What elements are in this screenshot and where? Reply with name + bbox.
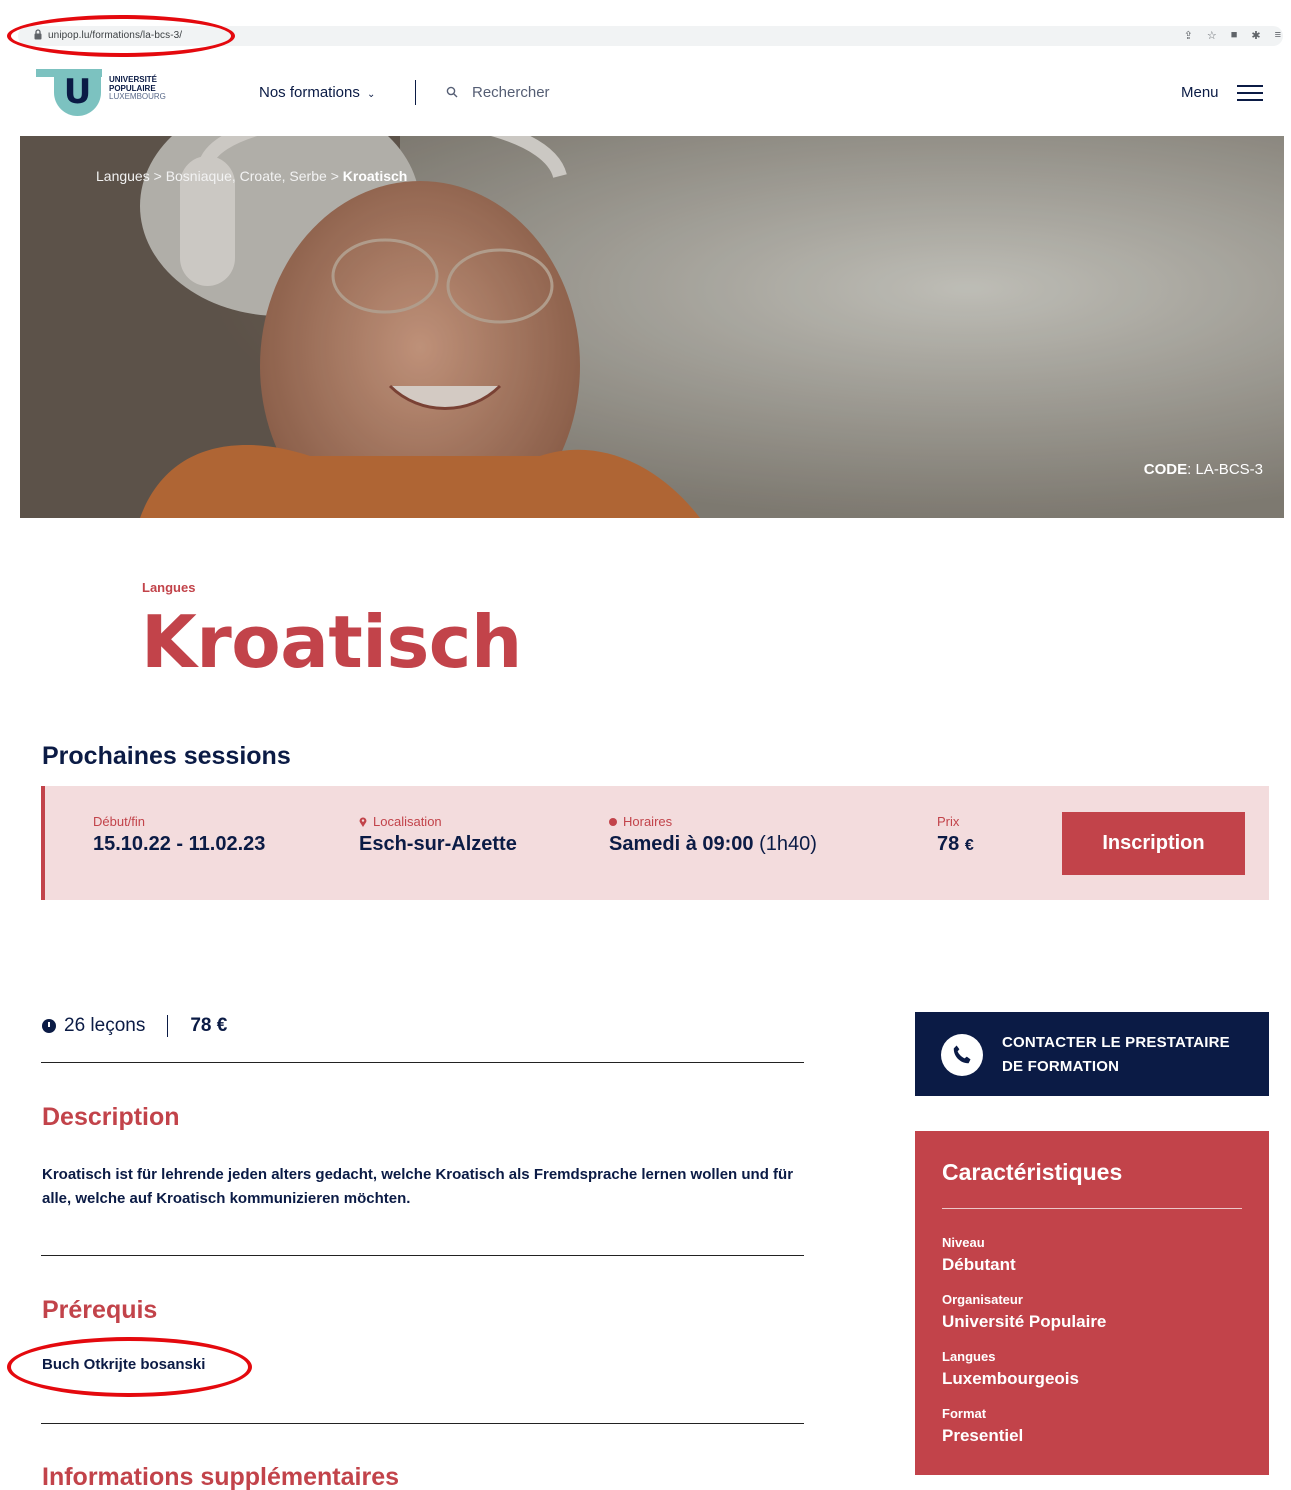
lessons-count: 26 leçons bbox=[64, 1015, 146, 1036]
search-input[interactable]: Rechercher bbox=[472, 84, 550, 101]
logo-letter: U bbox=[63, 71, 92, 112]
session-schedule-value: Samedi à 09:00 (1h40) bbox=[609, 833, 817, 856]
contact-line-1: CONTACTER LE PRESTATAIRE bbox=[1002, 1034, 1230, 1051]
char-label-organisateur: Organisateur bbox=[942, 1292, 1023, 1307]
puzzle-icon[interactable]: ✱ bbox=[1251, 29, 1260, 42]
nav-formations-label: Nos formations bbox=[259, 84, 360, 101]
hamburger-menu-icon[interactable] bbox=[1237, 85, 1263, 101]
contact-provider-label: CONTACTER LE PRESTATAIRE DE FORMATION bbox=[1002, 1031, 1230, 1079]
location-pin-icon bbox=[359, 817, 367, 827]
hero-banner bbox=[20, 136, 1284, 518]
char-label-niveau: Niveau bbox=[942, 1235, 985, 1250]
prerequisites-text: Buch Otkrijte bosanski bbox=[42, 1356, 206, 1373]
contact-line-2: DE FORMATION bbox=[1002, 1058, 1120, 1075]
address-url[interactable]: unipop.lu/formations/la-bcs-3/ bbox=[48, 30, 182, 41]
reading-list-icon[interactable]: ≡ bbox=[1275, 29, 1281, 42]
breadcrumb-item-langues[interactable]: Langues bbox=[96, 168, 150, 184]
char-label-langues: Langues bbox=[942, 1349, 996, 1364]
divider bbox=[41, 1255, 804, 1256]
session-dates-value: 15.10.22 - 11.02.23 bbox=[93, 833, 266, 855]
session-price-label: Prix bbox=[937, 814, 960, 829]
clock-icon bbox=[609, 818, 617, 826]
session-dates-label: Début/fin bbox=[93, 814, 146, 829]
session-schedule-label-text: Horaires bbox=[623, 814, 673, 829]
breadcrumb-item-current: Kroatisch bbox=[342, 168, 408, 184]
session-price-currency: € bbox=[964, 837, 974, 854]
menu-button-label[interactable]: Menu bbox=[1181, 84, 1219, 101]
chevron-down-icon: ⌄ bbox=[367, 89, 376, 100]
prerequisites-heading: Prérequis bbox=[42, 1296, 158, 1324]
sessions-heading: Prochaines sessions bbox=[42, 742, 291, 770]
meta-divider bbox=[167, 1015, 169, 1037]
logo-wordmark[interactable]: UNIVERSITÉ POPULAIRE LUXEMBOURG bbox=[109, 75, 166, 102]
char-value-format: Presentiel bbox=[942, 1426, 1024, 1445]
more-info-heading: Informations supplémentaires bbox=[42, 1463, 400, 1490]
browser-toolbar-icons: ⇪ ☆ ■ ✱ ≡ bbox=[1184, 29, 1281, 42]
session-location-value: Esch-sur-Alzette bbox=[359, 833, 517, 855]
meta-price: 78 € bbox=[190, 1015, 228, 1036]
nav-divider bbox=[415, 80, 416, 105]
session-price-value: 78 € bbox=[937, 833, 974, 856]
breadcrumb: Langues > Bosniaque, Croate, Serbe > Kro… bbox=[96, 168, 407, 184]
nav-formations-dropdown[interactable]: Nos formations ⌄ bbox=[259, 84, 375, 101]
breadcrumb-item-bcs[interactable]: Bosniaque, Croate, Serbe bbox=[166, 168, 327, 184]
phone-glyph bbox=[953, 1045, 971, 1064]
session-schedule-duration: (1h40) bbox=[759, 833, 817, 855]
session-location-label-text: Localisation bbox=[373, 814, 442, 829]
hero-image bbox=[20, 136, 1284, 518]
phone-icon bbox=[941, 1034, 983, 1076]
char-value-organisateur: Université Populaire bbox=[942, 1312, 1107, 1331]
course-code-value: LA-BCS-3 bbox=[1195, 461, 1263, 478]
divider bbox=[41, 1062, 804, 1063]
characteristics-divider bbox=[942, 1208, 1242, 1209]
session-schedule-time: Samedi à 09:00 bbox=[609, 833, 754, 855]
lock-icon bbox=[34, 29, 42, 40]
breadcrumb-separator: > bbox=[330, 168, 343, 184]
page-title: Kroatisch bbox=[141, 600, 522, 684]
course-category: Langues bbox=[142, 580, 196, 595]
star-icon[interactable]: ☆ bbox=[1207, 29, 1217, 42]
description-heading: Description bbox=[42, 1103, 180, 1131]
logo-line-3: LUXEMBOURG bbox=[109, 92, 166, 101]
divider bbox=[41, 1423, 804, 1424]
char-value-niveau: Débutant bbox=[942, 1255, 1016, 1274]
char-label-format: Format bbox=[942, 1406, 987, 1421]
characteristics-heading: Caractéristiques bbox=[942, 1159, 1123, 1185]
inscription-button[interactable]: Inscription bbox=[1062, 812, 1245, 875]
course-code-label: CODE bbox=[1143, 461, 1188, 478]
session-price-amount: 78 bbox=[937, 833, 960, 855]
extension-icon[interactable]: ■ bbox=[1231, 29, 1238, 42]
session-schedule-label: Horaires bbox=[609, 814, 672, 829]
breadcrumb-separator: > bbox=[153, 168, 166, 184]
characteristics-panel: Caractéristiques Niveau Débutant Organis… bbox=[915, 1131, 1269, 1475]
contact-provider-button[interactable]: CONTACTER LE PRESTATAIRE DE FORMATION bbox=[915, 1012, 1269, 1096]
session-location-label: Localisation bbox=[359, 814, 442, 829]
search-icon[interactable] bbox=[446, 86, 458, 98]
char-value-langues: Luxembourgeois bbox=[942, 1369, 1079, 1388]
share-icon[interactable]: ⇪ bbox=[1184, 29, 1193, 42]
course-code: CODE: LA-BCS-3 bbox=[1143, 461, 1263, 478]
description-text: Kroatisch ist für lehrende jeden alters … bbox=[42, 1166, 794, 1207]
course-meta: 26 leçons 78 € bbox=[42, 1015, 227, 1037]
clock-icon bbox=[42, 1019, 56, 1033]
address-bar[interactable] bbox=[18, 26, 1283, 46]
